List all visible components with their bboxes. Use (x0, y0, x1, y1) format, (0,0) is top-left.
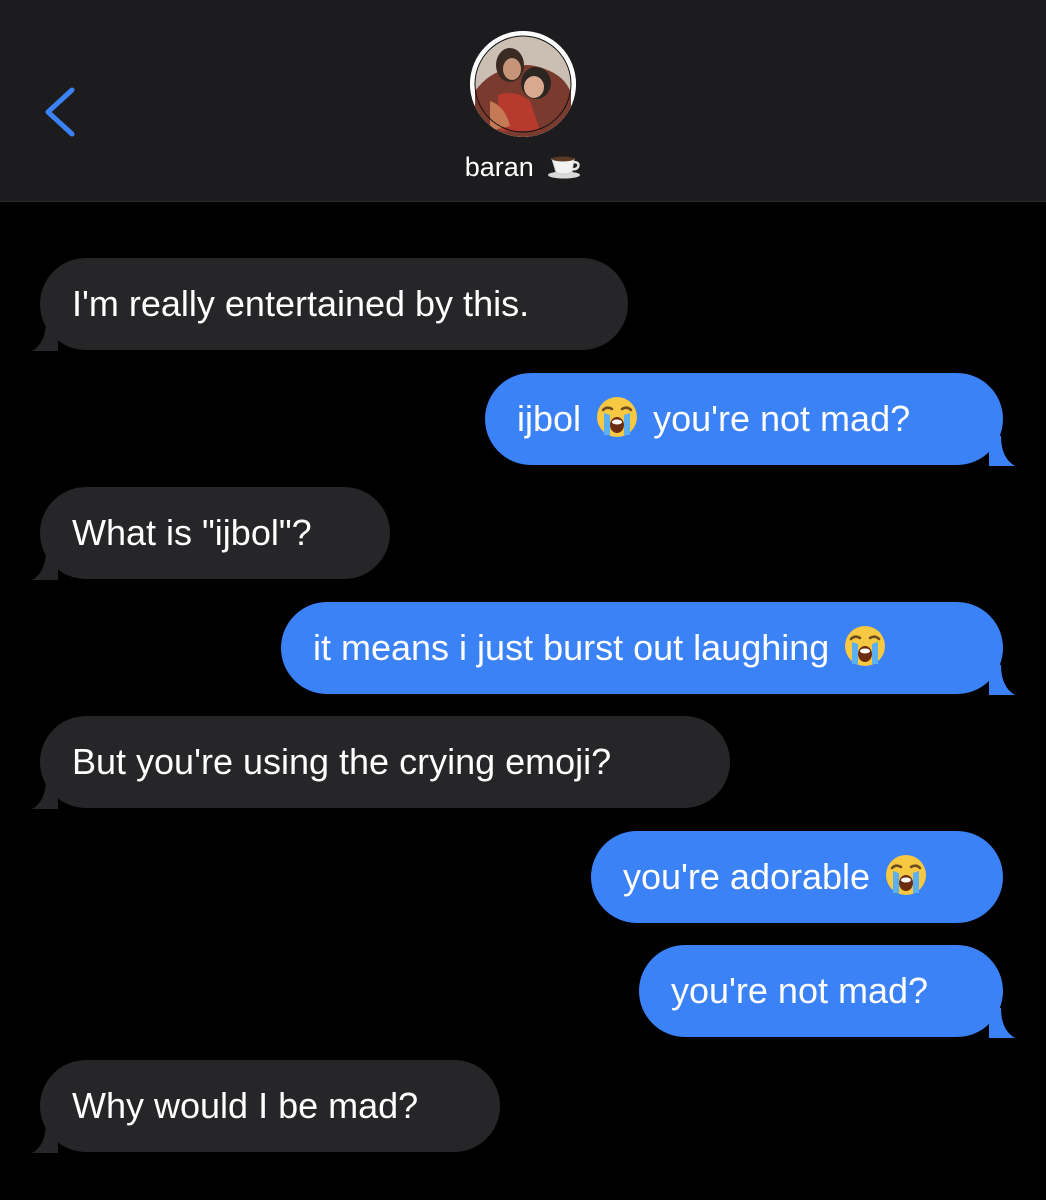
bubble-tail (32, 779, 58, 809)
coffee-cup-icon (548, 156, 581, 179)
avatar-photo (470, 31, 576, 137)
bubble-tail (989, 665, 1015, 695)
message-bubble-outgoing[interactable]: you're adorable (591, 831, 1003, 923)
message-text: you're not mad? (653, 398, 911, 439)
loudly-crying-face-icon (597, 397, 638, 437)
back-button[interactable] (40, 84, 84, 140)
message-bubble-outgoing[interactable]: it means i just burst out laughing (281, 602, 1015, 695)
message-text: I'm really entertained by this. (72, 283, 530, 324)
bubble-tail (989, 436, 1015, 466)
message-text: Why would I be mad? (72, 1085, 419, 1126)
conversation-header: baran (0, 0, 1046, 202)
message-text: What is "ijbol"? (72, 512, 312, 553)
message-text: it means i just burst out laughing (313, 627, 830, 668)
bubble-tail (32, 1123, 58, 1153)
loudly-crying-face-icon (886, 855, 927, 895)
message-bubble-incoming[interactable]: What is "ijbol"? (32, 487, 390, 580)
contact-name[interactable]: baran (0, 152, 1046, 183)
message-text: you're not mad? (671, 970, 929, 1011)
message-text: ijbol (517, 398, 582, 439)
bubble-tail (32, 321, 58, 351)
bubble-tail (989, 1008, 1015, 1038)
message-bubble-incoming[interactable]: I'm really entertained by this. (32, 258, 628, 351)
message-text: you're adorable (623, 856, 871, 897)
bubble-tail (32, 550, 58, 580)
message-text: But you're using the crying emoji? (72, 741, 612, 782)
message-bubble-incoming[interactable]: But you're using the crying emoji? (32, 716, 730, 809)
contact-name-label: baran (464, 152, 534, 182)
loudly-crying-face-icon (845, 626, 886, 666)
avatar[interactable] (470, 31, 576, 137)
message-bubble-outgoing[interactable]: ijbol you're not mad? (485, 373, 1015, 466)
message-bubble-outgoing[interactable]: you're not mad? (639, 945, 1015, 1038)
chevron-left-icon (45, 87, 75, 137)
message-bubble-incoming[interactable]: Why would I be mad? (32, 1060, 500, 1153)
